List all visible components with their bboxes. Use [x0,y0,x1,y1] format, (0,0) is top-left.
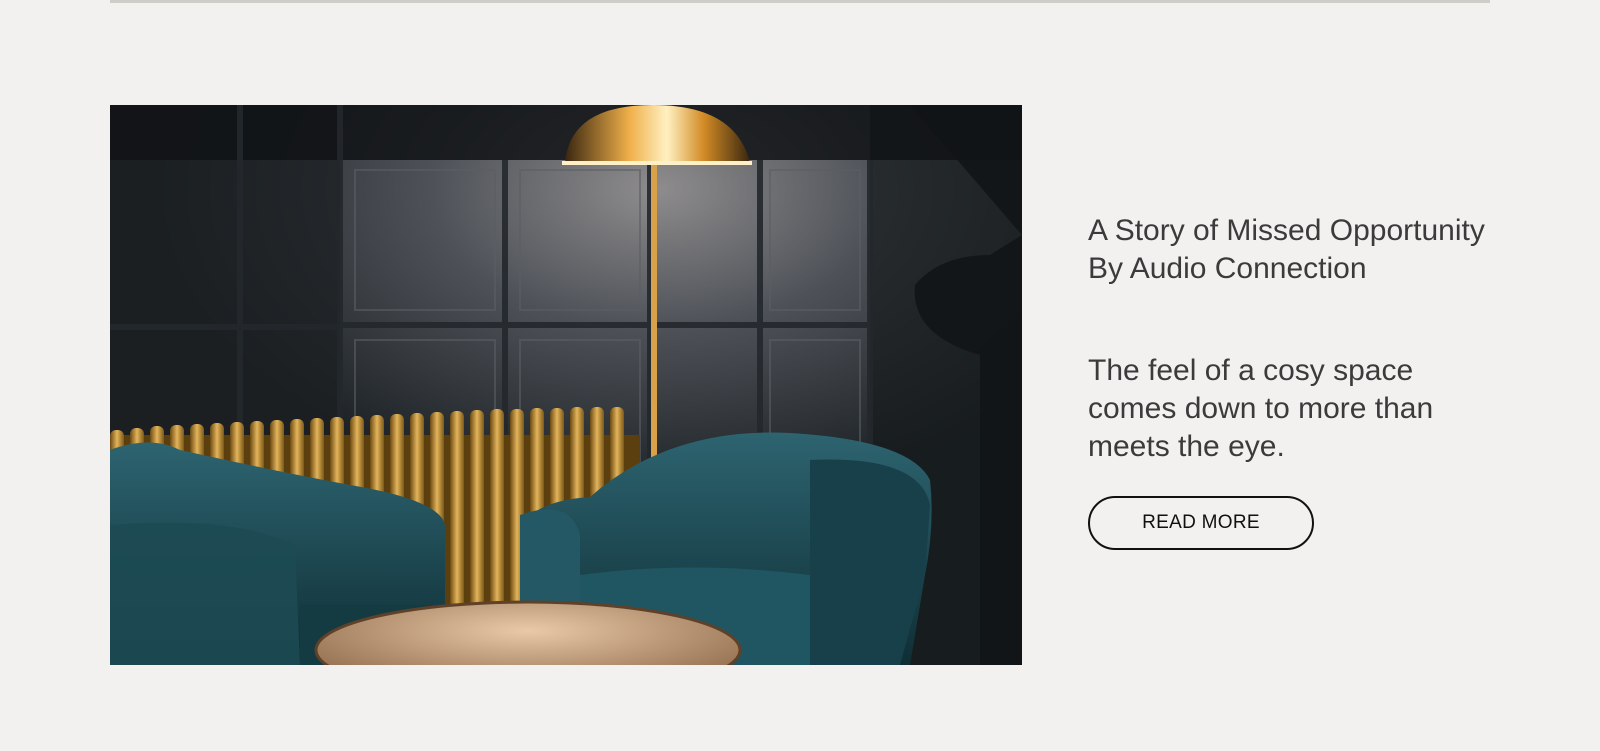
read-more-button[interactable]: READ MORE [1088,496,1314,550]
feature-image [110,105,1022,665]
article-excerpt: The feel of a cosy space comes down to m… [1088,354,1434,463]
divider [110,0,1490,3]
article-title[interactable]: A Story of Missed Opportunity By Audio C… [1088,212,1558,288]
article-title-line1: A Story of Missed Opportunity [1088,214,1485,247]
article-title-line2: By Audio Connection [1088,252,1367,285]
article-teaser: A Story of Missed Opportunity By Audio C… [1088,212,1558,550]
page: A Story of Missed Opportunity By Audio C… [0,0,1600,751]
